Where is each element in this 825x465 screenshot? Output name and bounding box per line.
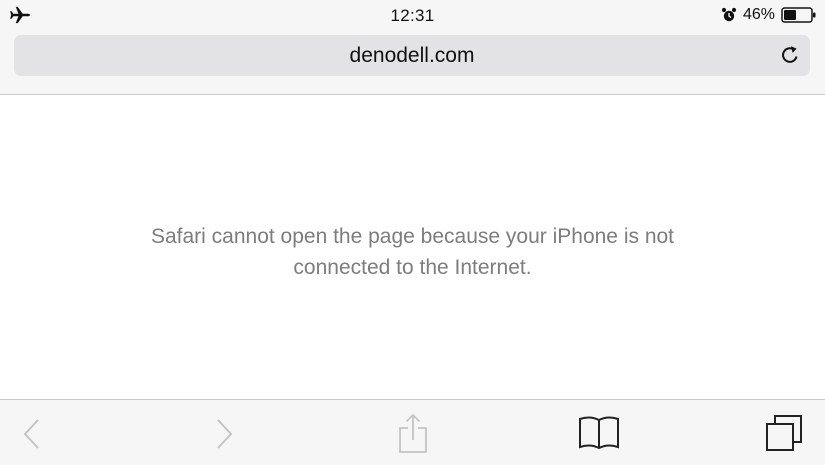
status-time: 12:31	[390, 6, 435, 25]
page-content: Safari cannot open the page because your…	[0, 95, 825, 399]
battery-icon	[781, 7, 816, 23]
back-icon[interactable]	[20, 417, 44, 451]
address-bar[interactable]: denodell.com	[14, 35, 810, 76]
tabs-icon[interactable]	[764, 413, 804, 453]
url-text[interactable]: denodell.com	[14, 44, 810, 68]
forward-icon[interactable]	[212, 417, 236, 451]
error-message-line-2: connected to the Internet.	[293, 256, 532, 279]
reload-icon[interactable]	[779, 44, 801, 66]
status-right-group: 46%	[721, 5, 817, 25]
alarm-clock-icon	[721, 7, 737, 22]
browser-header: 12:31 46% denodell.com	[0, 0, 825, 95]
error-message-line-1: Safari cannot open the page because your…	[150, 225, 675, 248]
battery-percent: 46%	[742, 6, 775, 23]
error-message: Safari cannot open the page because your…	[0, 221, 825, 283]
bookmarks-icon[interactable]	[578, 414, 620, 452]
status-bar: 12:31 46%	[0, 0, 825, 30]
share-icon[interactable]	[396, 412, 430, 454]
bottom-toolbar	[0, 399, 825, 465]
safari-screen: 12:31 46% denodell.com Safari cannot ope…	[0, 0, 825, 465]
